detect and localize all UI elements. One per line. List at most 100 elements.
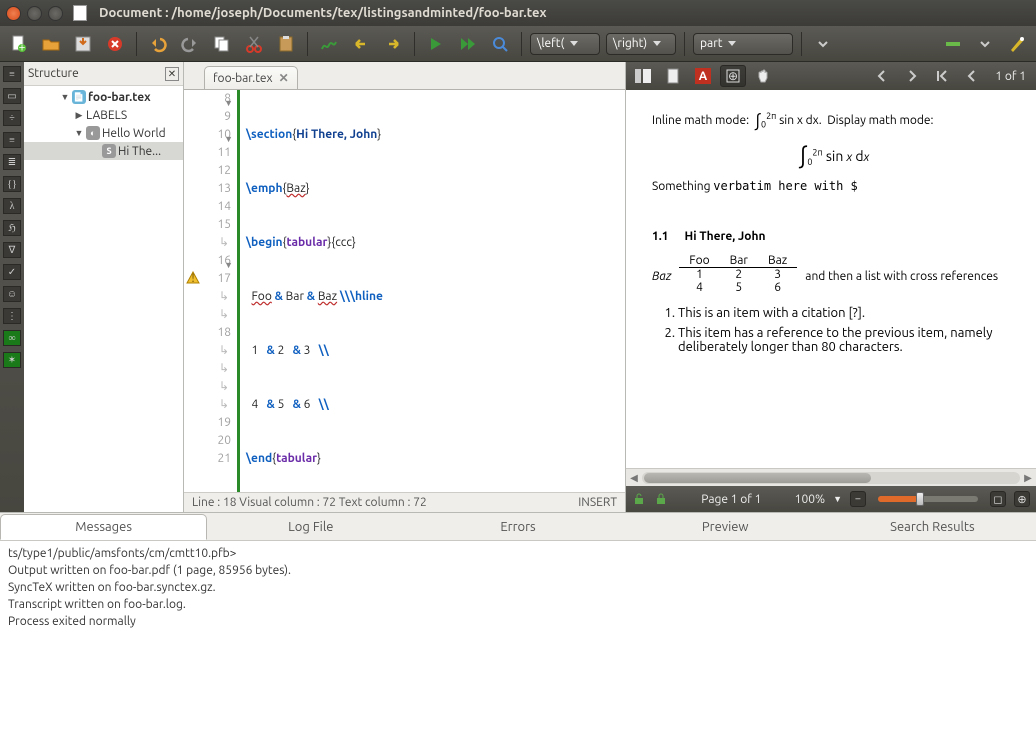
prev-yellow-button[interactable]	[348, 31, 374, 57]
code-editor[interactable]: 8▼ 9 10▼ 11 12 13 14 15 16▼ !17 18 19 20	[184, 90, 625, 492]
pdf-prev2-button[interactable]	[959, 65, 985, 87]
editor-tab-label: foo-bar.tex	[213, 72, 273, 85]
pdf-toolbar: A ⊕ 1 of 1	[626, 62, 1036, 90]
close-doc-button[interactable]	[102, 31, 128, 57]
pdf-next-button[interactable]	[899, 65, 925, 87]
tree-labels[interactable]: LABELS	[86, 109, 127, 122]
pdf-first-button[interactable]	[929, 65, 955, 87]
pdf-status-page: Page 1 of 1	[701, 493, 761, 506]
warning-icon: !	[186, 271, 200, 285]
svg-text:⊕: ⊕	[728, 70, 738, 83]
highlight-button[interactable]	[940, 31, 966, 57]
strip-icon-8[interactable]: ℌ	[3, 220, 21, 236]
undo-button[interactable]	[145, 31, 171, 57]
strip-icon-11[interactable]: ☺	[3, 286, 21, 302]
pdf-adobe-icon[interactable]: A	[690, 65, 716, 87]
left-icon-strip: ≡ ▭ ÷ ≡ ≣ {} λ ℌ ∇ ✓ ☺ ⋮ ∞ ✶	[0, 62, 24, 512]
svg-text:A: A	[699, 70, 708, 83]
document-icon	[73, 5, 87, 21]
tree-root[interactable]: foo-bar.tex	[88, 91, 151, 104]
view-button[interactable]	[487, 31, 513, 57]
tab-preview[interactable]: Preview	[622, 514, 829, 540]
wizard-button[interactable]	[1004, 31, 1030, 57]
lock-closed-icon[interactable]	[654, 492, 668, 506]
delim-right-combo[interactable]: \right)	[606, 33, 676, 55]
window-close-button[interactable]	[6, 6, 21, 21]
window-maximize-button[interactable]	[48, 6, 63, 21]
structure-tree[interactable]: ▼📄foo-bar.tex ▶LABELS ▼◐Hello World SHi …	[24, 86, 183, 512]
pdf-section-heading: 1.1Hi There, John	[652, 221, 1016, 244]
pdf-zoom-label: 100%	[795, 493, 825, 506]
bottom-tabs: Messages Log File Errors Preview Search …	[0, 513, 1036, 541]
tab-messages[interactable]: Messages	[0, 514, 207, 540]
pdf-panel: A ⊕ 1 of 1 Inline math mode: ∫02π sin x …	[626, 62, 1036, 512]
zoom-out-button[interactable]: −	[850, 491, 866, 507]
pdf-singlepage-button[interactable]	[660, 65, 686, 87]
window-minimize-button[interactable]	[27, 6, 42, 21]
structure-panel: Structure ✕ ▼📄foo-bar.tex ▶LABELS ▼◐Hell…	[24, 62, 184, 512]
delim-left-combo[interactable]: \left(	[530, 33, 600, 55]
tex-file-icon: 📄	[72, 90, 86, 104]
strip-icon-3[interactable]: ÷	[3, 110, 21, 126]
zoom-slider[interactable]	[878, 496, 978, 502]
svg-text:!: !	[191, 272, 194, 285]
plot-button[interactable]	[316, 31, 342, 57]
tab-search[interactable]: Search Results	[829, 514, 1036, 540]
tree-hi[interactable]: Hi The...	[118, 145, 161, 158]
pdf-view[interactable]: Inline math mode: ∫02π sin x dx. Display…	[626, 90, 1036, 468]
strip-icon-12[interactable]: ⋮	[3, 308, 21, 324]
status-mode: INSERT	[578, 496, 617, 509]
editor-tab[interactable]: foo-bar.tex ✕	[204, 66, 298, 89]
pdf-sidebar-button[interactable]	[630, 65, 656, 87]
status-position: Line : 18 Visual column : 72 Text column…	[192, 496, 427, 509]
strip-icon-5[interactable]: ≣	[3, 154, 21, 170]
strip-icon-9[interactable]: ∇	[3, 242, 21, 258]
strip-icon-13[interactable]: ∞	[3, 330, 21, 346]
run-all-button[interactable]	[455, 31, 481, 57]
next-yellow-button[interactable]	[380, 31, 406, 57]
section-icon: ◐	[86, 126, 100, 140]
strip-icon-14[interactable]: ✶	[3, 352, 21, 368]
strip-icon-6[interactable]: {}	[3, 176, 21, 192]
save-button[interactable]	[70, 31, 96, 57]
pdf-statusbar: Page 1 of 1 100%▼ − ◻ ⊕	[626, 486, 1036, 512]
pdf-list: This is an item with a citation [?]. Thi…	[678, 306, 1016, 354]
new-file-button[interactable]: +	[6, 31, 32, 57]
tab-logfile[interactable]: Log File	[207, 514, 414, 540]
tab-close-icon[interactable]: ✕	[279, 71, 289, 85]
cut-button[interactable]	[241, 31, 267, 57]
zoom-in-button[interactable]: ⊕	[1014, 491, 1030, 507]
svg-text:+: +	[19, 41, 26, 54]
pdf-hand-icon[interactable]	[750, 65, 776, 87]
run-green-button[interactable]	[423, 31, 449, 57]
overflow-2-button[interactable]	[972, 31, 998, 57]
editor-statusbar: Line : 18 Visual column : 72 Text column…	[184, 492, 625, 512]
bottom-panel: Messages Log File Errors Preview Search …	[0, 512, 1036, 734]
section-combo[interactable]: part	[693, 33, 793, 55]
zoom-fit-button[interactable]: ◻	[990, 491, 1006, 507]
code-lines[interactable]: \section{Hi There, John} \emph{Baz} \beg…	[240, 90, 422, 492]
lock-open-icon[interactable]	[632, 492, 646, 506]
open-file-button[interactable]	[38, 31, 64, 57]
copy-button[interactable]	[209, 31, 235, 57]
redo-button[interactable]	[177, 31, 203, 57]
overflow-button[interactable]	[810, 31, 836, 57]
window-titlebar: Document : /home/joseph/Documents/tex/li…	[0, 0, 1036, 26]
strip-icon-1[interactable]: ≡	[3, 66, 21, 82]
strip-icon-4[interactable]: ≡	[3, 132, 21, 148]
structure-close-button[interactable]: ✕	[165, 67, 179, 81]
log-output[interactable]: ts/type1/public/amsfonts/cm/cmtt10.pfb> …	[0, 541, 1036, 734]
pdf-prev-button[interactable]	[869, 65, 895, 87]
window-title: Document : /home/joseph/Documents/tex/li…	[99, 6, 547, 20]
strip-icon-10[interactable]: ✓	[3, 264, 21, 280]
paste-button[interactable]	[273, 31, 299, 57]
subsection-icon: S	[102, 144, 116, 158]
structure-title: Structure	[28, 67, 79, 80]
pdf-fit-button[interactable]: ⊕	[720, 65, 746, 87]
strip-icon-7[interactable]: λ	[3, 198, 21, 214]
strip-icon-2[interactable]: ▭	[3, 88, 21, 104]
tab-errors[interactable]: Errors	[414, 514, 621, 540]
pdf-table: FooBarBaz 123 456	[679, 254, 797, 294]
pdf-hscrollbar[interactable]: ◀▶	[626, 468, 1036, 486]
tree-hello[interactable]: Hello World	[102, 127, 166, 140]
